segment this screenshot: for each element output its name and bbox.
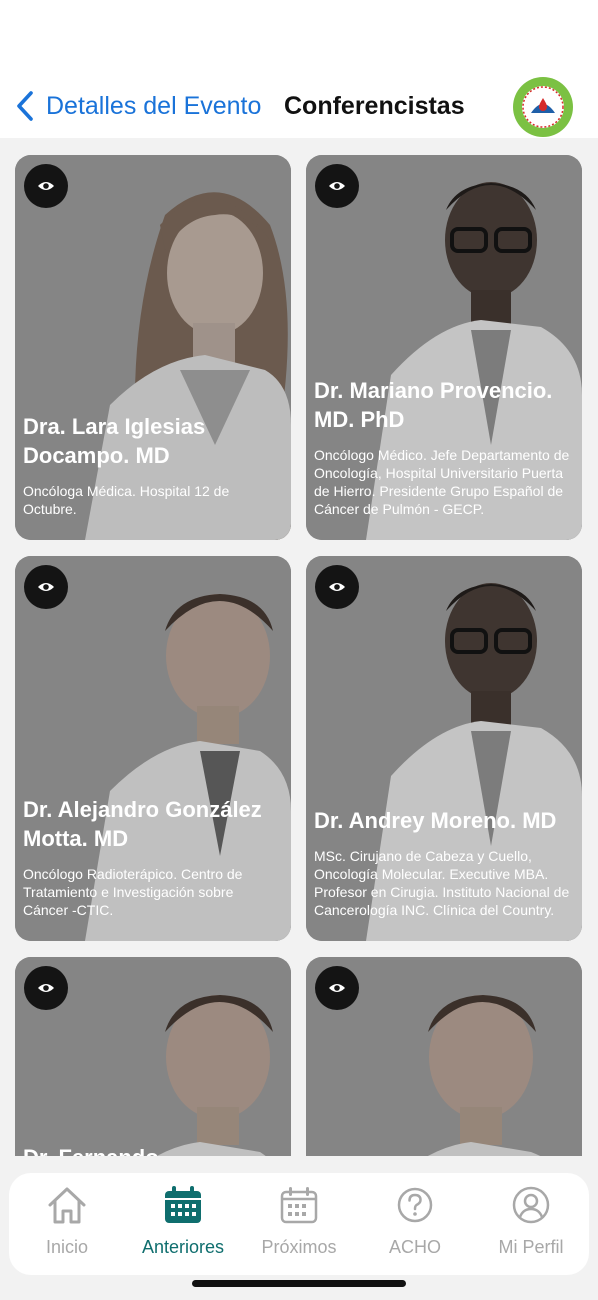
- speaker-card[interactable]: Dr. Alejandro González Motta. MD Oncólog…: [15, 556, 291, 941]
- view-profile-button[interactable]: [24, 164, 68, 208]
- speakers-grid: Dra. Lara Iglesias Docampo. MD Oncóloga …: [0, 138, 598, 1156]
- header-bar: Detalles del Evento Conferencistas: [0, 0, 598, 138]
- speaker-name: Dr. Alejandro González Motta. MD: [23, 797, 262, 851]
- calendar-icon: [277, 1183, 321, 1227]
- tab-acho[interactable]: ACHO: [357, 1173, 473, 1275]
- view-profile-button[interactable]: [315, 966, 359, 1010]
- speaker-description: Oncólogo Médico. Jefe Departamento de On…: [314, 447, 570, 517]
- app-screen: Detalles del Evento Conferencistas Dra. …: [0, 0, 598, 1300]
- tab-bar: Inicio Anteriores Próximos ACHO Mi Perfi…: [9, 1173, 589, 1275]
- tab-label: Inicio: [45, 1237, 89, 1257]
- speaker-info: Dr. Andrey Moreno. MD MSc. Cirujano de C…: [314, 806, 572, 919]
- tab-bar-area: Inicio Anteriores Próximos ACHO Mi Perfi…: [0, 1156, 598, 1300]
- calendar-icon: [161, 1183, 205, 1227]
- eye-icon: [38, 182, 54, 190]
- speaker-name: Dr. Mariano Provencio. MD. PhD: [314, 378, 553, 432]
- speaker-info: Dr. Mariano Provencio. MD. PhD Oncólogo …: [314, 376, 572, 518]
- tab-mi-perfil[interactable]: Mi Perfil: [473, 1173, 589, 1275]
- chevron-left-icon: [12, 88, 38, 124]
- speaker-name: Dra. Lara Iglesias Docampo. MD: [23, 414, 206, 468]
- speaker-name: Dr. Andrey Moreno. MD: [314, 808, 557, 833]
- speaker-name: Dr. Fernando: [23, 1143, 159, 1156]
- organization-logo: [513, 77, 573, 137]
- question-circle-icon: [393, 1183, 437, 1227]
- eye-icon: [329, 182, 345, 190]
- tab-label: Mi Perfil: [498, 1237, 564, 1257]
- speaker-info: Dr. Alejandro González Motta. MD Oncólog…: [23, 795, 281, 919]
- speaker-description: Oncóloga Médica. Hospital 12 de Octubre.: [23, 483, 230, 517]
- speaker-card[interactable]: Dra. Lara Iglesias Docampo. MD Oncóloga …: [15, 155, 291, 540]
- user-circle-icon: [509, 1183, 553, 1227]
- tab-inicio[interactable]: Inicio: [9, 1173, 125, 1275]
- back-button[interactable]: Detalles del Evento: [12, 88, 261, 124]
- view-profile-button[interactable]: [315, 565, 359, 609]
- back-label: Detalles del Evento: [46, 91, 262, 120]
- eye-icon: [329, 583, 345, 591]
- speaker-card[interactable]: Dr. Mariano Provencio. MD. PhD Oncólogo …: [306, 155, 582, 540]
- eye-icon: [329, 984, 345, 992]
- page-title: Conferencistas: [284, 91, 465, 120]
- speaker-info: Dra. Lara Iglesias Docampo. MD Oncóloga …: [23, 412, 281, 518]
- tab-label: Próximos: [261, 1237, 337, 1257]
- eye-icon: [38, 984, 54, 992]
- speaker-description: MSc. Cirujano de Cabeza y Cuello, Oncolo…: [314, 848, 570, 918]
- speaker-card[interactable]: Dr. Andrey Moreno. MD MSc. Cirujano de C…: [306, 556, 582, 941]
- tab-anteriores[interactable]: Anteriores: [125, 1173, 241, 1275]
- speaker-card[interactable]: Dr. Fernando: [15, 957, 291, 1156]
- eye-icon: [38, 583, 54, 591]
- speaker-card[interactable]: [306, 957, 582, 1156]
- speaker-description: Oncólogo Radioterápico. Centro de Tratam…: [23, 866, 243, 918]
- view-profile-button[interactable]: [315, 164, 359, 208]
- home-icon: [45, 1183, 89, 1227]
- view-profile-button[interactable]: [24, 966, 68, 1010]
- tab-label: Anteriores: [141, 1237, 225, 1257]
- view-profile-button[interactable]: [24, 565, 68, 609]
- home-indicator: [192, 1280, 406, 1287]
- tab-proximos[interactable]: Próximos: [241, 1173, 357, 1275]
- tab-label: ACHO: [388, 1237, 441, 1257]
